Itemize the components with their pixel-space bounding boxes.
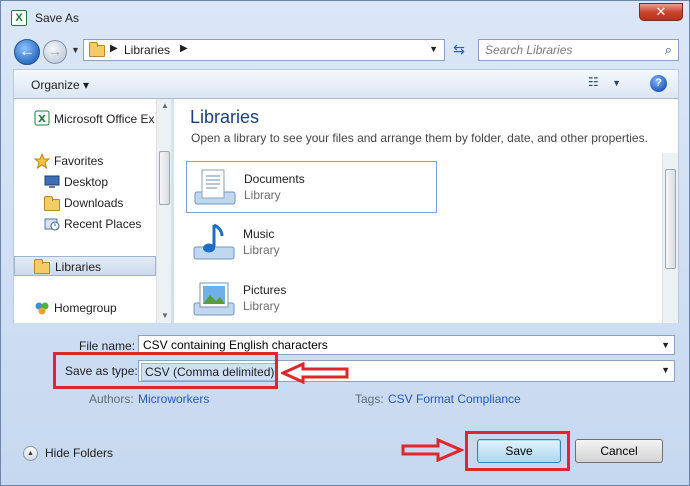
libraries-folder-icon xyxy=(89,42,105,57)
close-button[interactable]: ✕ xyxy=(639,3,683,21)
nav-item-label: Favorites xyxy=(54,154,104,168)
hide-folders-button[interactable]: ▲ Hide Folders xyxy=(23,445,123,463)
svg-text:X: X xyxy=(38,114,46,125)
nav-item-favorites[interactable]: Favorites xyxy=(14,151,156,171)
annotation-arrow-left-icon xyxy=(281,362,349,384)
excel-app-icon: X xyxy=(11,10,27,26)
breadcrumb-separator-icon[interactable]: ▶ xyxy=(110,43,118,54)
library-item-pictures[interactable]: Pictures Library xyxy=(186,273,437,323)
nav-item-recent-places[interactable]: Recent Places xyxy=(14,214,156,234)
cancel-button[interactable]: Cancel xyxy=(575,439,663,463)
chevron-up-icon: ▲ xyxy=(23,446,38,461)
history-dropdown-icon[interactable]: ▼ xyxy=(71,45,80,55)
navigation-scrollbar[interactable]: ▲ ▼ xyxy=(156,99,171,323)
forward-button[interactable]: → xyxy=(43,40,67,64)
nav-item-microsoft-office-excel[interactable]: X Microsoft Office Ex xyxy=(14,109,156,129)
chevron-down-icon: ▼ xyxy=(612,78,622,88)
annotation-box-save-button xyxy=(465,431,570,471)
help-icon[interactable]: ? xyxy=(650,75,667,92)
authors-value[interactable]: Microworkers xyxy=(138,392,209,406)
library-name: Documents xyxy=(244,172,305,186)
window-title: Save As xyxy=(35,11,80,25)
file-name-label: File name: xyxy=(79,339,136,353)
back-button[interactable]: ← xyxy=(14,39,40,65)
organize-menu-button[interactable]: Organize ▾ xyxy=(31,78,89,92)
desktop-icon xyxy=(44,175,60,188)
nav-item-downloads[interactable]: Downloads xyxy=(14,193,156,213)
nav-item-label: Desktop xyxy=(64,175,109,189)
page-subtitle: Open a library to see your files and arr… xyxy=(191,131,648,145)
refresh-icon: ⇆ xyxy=(453,41,465,57)
star-icon xyxy=(34,153,50,169)
breadcrumb-separator-icon[interactable]: ▶ xyxy=(180,43,188,54)
annotation-arrow-right-icon xyxy=(401,438,464,462)
navigation-pane: X Microsoft Office Ex Favorites Desktop … xyxy=(13,99,171,323)
nav-item-homegroup[interactable]: Homegroup xyxy=(14,298,156,318)
authors-label: Authors: xyxy=(89,392,134,406)
tags-label: Tags: xyxy=(355,392,384,406)
search-icon[interactable]: ⌕ xyxy=(665,42,672,58)
excel-icon: X xyxy=(34,110,50,126)
nav-item-label: Microsoft Office Ex xyxy=(54,112,155,126)
library-item-documents[interactable]: Documents Library xyxy=(186,161,437,213)
nav-item-label: Libraries xyxy=(55,260,102,274)
chevron-down-icon[interactable]: ▼ xyxy=(661,340,670,350)
command-toolbar: Organize ▾ ☷ ▼ ? xyxy=(13,69,679,99)
save-as-dialog: X Save As ✕ ← → ▼ ▶ Libraries ▶ ▼ ⇆ ⌕ Or… xyxy=(0,0,690,486)
pictures-library-icon xyxy=(193,282,235,316)
refresh-button[interactable]: ⇆ xyxy=(449,41,469,59)
scroll-down-icon[interactable]: ▼ xyxy=(161,311,169,320)
recent-places-icon xyxy=(44,218,60,231)
chevron-down-icon[interactable]: ▼ xyxy=(661,365,670,375)
downloads-folder-icon xyxy=(44,196,60,211)
nav-item-label: Recent Places xyxy=(64,217,142,231)
content-pane: Libraries Open a library to see your fil… xyxy=(174,99,679,323)
back-arrow-icon: ← xyxy=(19,43,35,60)
scrollbar-thumb[interactable] xyxy=(159,151,170,205)
forward-arrow-icon: → xyxy=(48,43,62,59)
address-dropdown-icon[interactable]: ▼ xyxy=(429,44,438,54)
scrollbar-thumb[interactable] xyxy=(665,169,676,269)
nav-item-label: Downloads xyxy=(64,196,124,210)
hide-folders-label: Hide Folders xyxy=(45,446,114,460)
libraries-icon xyxy=(34,259,50,274)
library-kind: Library xyxy=(243,299,280,313)
library-item-music[interactable]: Music Library xyxy=(186,217,437,269)
address-bar[interactable]: ▶ Libraries ▶ ▼ xyxy=(83,39,445,61)
tags-value[interactable]: CSV Format Compliance xyxy=(388,392,521,406)
library-name: Music xyxy=(243,227,275,241)
scroll-up-icon[interactable]: ▲ xyxy=(161,101,169,110)
breadcrumb-libraries[interactable]: Libraries xyxy=(124,43,170,57)
music-library-icon xyxy=(193,223,235,260)
library-kind: Library xyxy=(244,188,281,202)
nav-item-desktop[interactable]: Desktop xyxy=(14,172,156,192)
change-view-button[interactable]: ☷ ▼ xyxy=(588,75,628,93)
annotation-box-save-type xyxy=(53,352,278,389)
library-kind: Library xyxy=(243,243,280,257)
documents-library-icon xyxy=(194,169,236,205)
homegroup-icon xyxy=(35,302,49,315)
view-list-icon: ☷ xyxy=(588,75,599,89)
nav-item-label: Homegroup xyxy=(54,301,117,315)
library-name: Pictures xyxy=(243,283,287,297)
nav-item-libraries[interactable]: Libraries xyxy=(14,256,156,276)
page-title: Libraries xyxy=(190,107,260,127)
title-bar: X Save As ✕ xyxy=(1,1,689,35)
content-scrollbar[interactable] xyxy=(662,153,678,323)
search-box[interactable]: ⌕ xyxy=(478,39,679,61)
search-input[interactable] xyxy=(479,40,654,60)
